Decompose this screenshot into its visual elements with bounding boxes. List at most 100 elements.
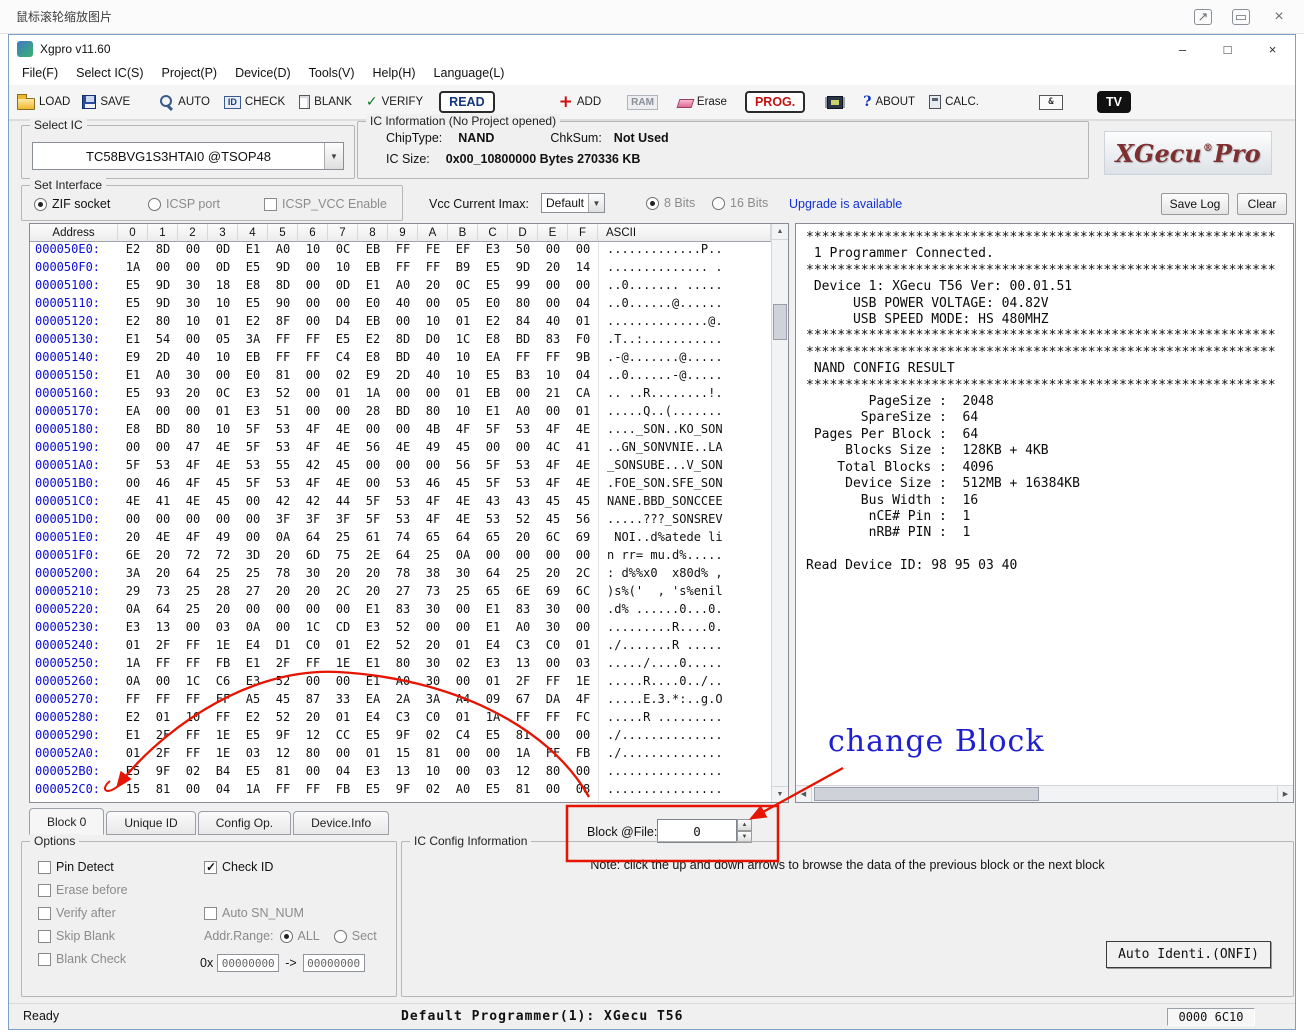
hex-byte[interactable]: 04 [568, 296, 598, 314]
hex-byte[interactable]: 00 [478, 548, 508, 566]
hex-byte[interactable]: 00 [358, 458, 388, 476]
hex-byte[interactable]: 01 [478, 674, 508, 692]
hex-byte[interactable]: EB [358, 314, 388, 332]
hex-byte[interactable]: A0 [508, 800, 538, 802]
hex-byte[interactable]: 2C [328, 584, 358, 602]
hex-byte[interactable]: 83 [388, 602, 418, 620]
hex-byte[interactable]: 38 [418, 566, 448, 584]
hex-byte[interactable]: 4F [538, 476, 568, 494]
hex-byte[interactable]: 0C [328, 242, 358, 260]
hex-byte[interactable]: 8D [148, 242, 178, 260]
hex-byte[interactable]: E5 [478, 728, 508, 746]
load-button[interactable]: LOAD [17, 95, 70, 110]
hex-byte[interactable]: E1 [358, 602, 388, 620]
hex-byte[interactable]: 4E [118, 494, 148, 512]
icsp-vcc-checkbox[interactable] [264, 198, 277, 211]
hex-ascii[interactable]: ./.............. [598, 728, 771, 746]
hex-byte[interactable]: 00 [418, 458, 448, 476]
hex-byte[interactable]: 00 [388, 458, 418, 476]
hex-byte[interactable]: B1 [328, 800, 358, 802]
hex-byte[interactable]: 1C [298, 800, 328, 802]
hex-byte[interactable]: 00 [178, 260, 208, 278]
hex-byte[interactable]: 0C [448, 278, 478, 296]
hex-ascii[interactable]: ................ [598, 782, 771, 800]
hex-byte[interactable]: 78 [388, 566, 418, 584]
check-id-checkbox[interactable] [204, 861, 217, 874]
bits16-radio[interactable] [712, 197, 725, 210]
hex-byte[interactable]: 2D [388, 368, 418, 386]
hex-byte[interactable]: FF [148, 692, 178, 710]
hex-byte[interactable]: 1A [358, 386, 388, 404]
hex-byte[interactable]: 47 [178, 440, 208, 458]
hex-byte[interactable]: 20 [538, 566, 568, 584]
hex-byte[interactable]: 3F [298, 512, 328, 530]
hex-ascii[interactable]: NOI..d%atede li [598, 530, 771, 548]
hex-byte[interactable]: 30 [298, 566, 328, 584]
hex-byte[interactable]: E1 [358, 674, 388, 692]
hex-byte[interactable]: C6 [208, 674, 238, 692]
erase-before-checkbox[interactable] [38, 884, 51, 897]
hex-byte[interactable]: 00 [508, 440, 538, 458]
hex-byte[interactable]: 4F [418, 494, 448, 512]
upgrade-link[interactable]: Upgrade is available [789, 197, 902, 211]
hex-byte[interactable]: E2 [238, 314, 268, 332]
hex-byte[interactable]: 00 [298, 764, 328, 782]
hex-byte[interactable]: E5 [238, 296, 268, 314]
hex-byte[interactable]: 9F [388, 728, 418, 746]
hex-byte[interactable]: 30 [418, 674, 448, 692]
hex-byte[interactable]: 00 [298, 404, 328, 422]
hex-byte[interactable]: 40 [418, 350, 448, 368]
hex-byte[interactable]: 45 [568, 494, 598, 512]
hex-byte[interactable]: 72 [208, 548, 238, 566]
maximize-button[interactable]: □ [1205, 35, 1250, 63]
hex-ascii[interactable]: _SONSUBE...V_SON [598, 458, 771, 476]
hex-byte[interactable]: 64 [478, 566, 508, 584]
hex-byte[interactable]: 61 [358, 530, 388, 548]
hex-byte[interactable]: 4E [148, 530, 178, 548]
hex-byte[interactable]: 3F [328, 512, 358, 530]
hex-byte[interactable]: 13 [148, 800, 178, 802]
hex-byte[interactable]: E0 [358, 296, 388, 314]
hex-byte[interactable]: 4E [448, 512, 478, 530]
hex-byte[interactable]: 5F [478, 458, 508, 476]
hex-byte[interactable]: 25 [238, 566, 268, 584]
hex-byte[interactable]: 1E [328, 656, 358, 674]
hex-byte[interactable]: 03 [208, 800, 238, 802]
hex-byte[interactable]: CD [328, 620, 358, 638]
hex-byte[interactable]: 45 [448, 476, 478, 494]
erase-button[interactable]: Erase [678, 96, 727, 108]
vcc-current-combobox[interactable]: Default ▼ [541, 193, 605, 213]
hex-byte[interactable]: 42 [298, 494, 328, 512]
hex-byte[interactable]: 12 [298, 728, 328, 746]
hex-byte[interactable]: 4F [568, 692, 598, 710]
hex-byte[interactable]: E1 [238, 242, 268, 260]
addr-range-all-radio[interactable] [280, 930, 293, 943]
hex-byte[interactable]: 0A [238, 620, 268, 638]
hex-byte[interactable]: 10 [298, 242, 328, 260]
hex-byte[interactable]: 14 [568, 260, 598, 278]
hex-scrollbar[interactable]: ▲ ▼ [771, 224, 788, 802]
hex-byte[interactable]: FF [148, 656, 178, 674]
hex-byte[interactable]: FF [268, 332, 298, 350]
hex-byte[interactable]: 00 [538, 278, 568, 296]
hex-byte[interactable]: 3A [238, 332, 268, 350]
auto-button[interactable]: AUTO [158, 94, 210, 110]
hex-byte[interactable]: FE [418, 242, 448, 260]
hex-byte[interactable]: 80 [388, 656, 418, 674]
hex-byte[interactable]: 0D [328, 278, 358, 296]
hex-ascii[interactable]: ..GN_SONVNIE..LA [598, 440, 771, 458]
hex-byte[interactable]: B3 [508, 368, 538, 386]
hex-byte[interactable]: 40 [418, 368, 448, 386]
hex-byte[interactable]: 20 [148, 566, 178, 584]
blank-button[interactable]: BLANK [299, 95, 352, 109]
hex-ascii[interactable]: n rr= mu.d%..... [598, 548, 771, 566]
range-to-input[interactable]: 00000000 [303, 954, 365, 972]
hex-byte[interactable]: 12 [268, 746, 298, 764]
hex-byte[interactable]: 00 [568, 800, 598, 802]
hex-byte[interactable]: E1 [478, 620, 508, 638]
hex-ascii[interactable]: .....R....0../.. [598, 674, 771, 692]
hex-byte[interactable]: 01 [568, 638, 598, 656]
hex-byte[interactable]: 01 [568, 314, 598, 332]
hex-ascii[interactable]: ..............@. [598, 314, 771, 332]
hex-byte[interactable]: 00 [238, 602, 268, 620]
